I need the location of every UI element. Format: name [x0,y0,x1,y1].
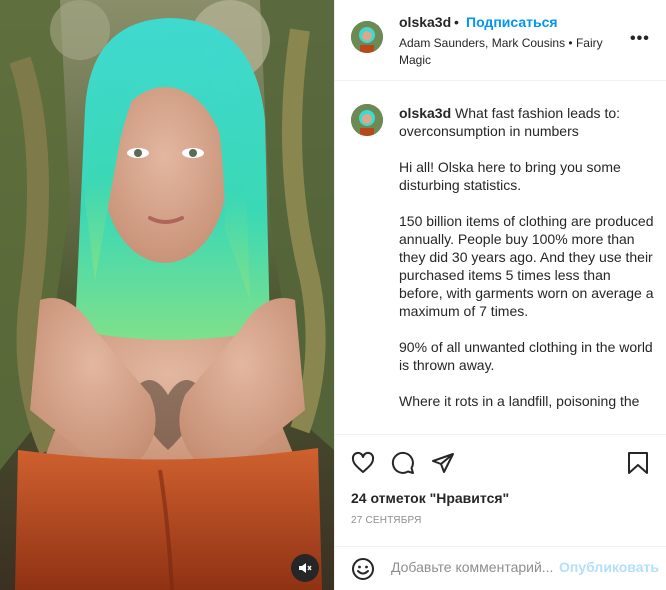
heart-icon[interactable] [351,451,375,475]
audio-credit[interactable]: Adam Saunders, Mark Cousins • Fairy Magi… [399,35,609,69]
caption-paragraph: 90% of all unwanted clothing in the worl… [399,339,653,373]
follow-button[interactable]: Подписаться [466,14,558,30]
avatar-image [351,104,383,136]
mute-button[interactable] [291,554,319,582]
publish-button[interactable]: Опубликовать [559,559,659,575]
avatar[interactable] [351,21,383,53]
caption-paragraph: Hi all! Olska here to bring you some dis… [399,159,621,193]
avatar-image [351,21,383,53]
post-header: olska3d • Подписаться Adam Saunders, Mar… [335,0,666,81]
send-icon[interactable] [431,451,455,475]
caption-paragraph: Where it rots in a landfill, poisoning t… [399,393,640,409]
comment-icon[interactable] [391,451,415,475]
username-link[interactable]: olska3d [399,14,451,30]
caption-username[interactable]: olska3d [399,105,451,121]
bookmark-icon[interactable] [627,451,649,475]
caption-text: olska3d What fast fashion leads to: over… [399,104,655,428]
speaker-muted-icon [299,563,312,573]
emoji-icon[interactable] [351,557,375,581]
more-options-icon[interactable]: ••• [630,30,650,48]
caption-avatar[interactable] [351,104,383,136]
post-image [0,0,334,590]
caption-paragraph: 150 billion items of clothing are produc… [399,213,654,319]
post-date[interactable]: 27 СЕНТЯБРЯ [351,515,422,526]
post-media[interactable] [0,0,334,590]
separator-dot: • [454,14,459,30]
likes-count[interactable]: 24 отметок "Нравится" [351,490,509,506]
caption-area: olska3d What fast fashion leads to: over… [335,82,666,434]
comment-bar: Опубликовать [335,546,666,590]
post-panel: olska3d • Подписаться Adam Saunders, Mar… [334,0,666,590]
comment-input[interactable] [391,559,557,575]
action-bar: 24 отметок "Нравится" 27 СЕНТЯБРЯ [335,434,666,546]
